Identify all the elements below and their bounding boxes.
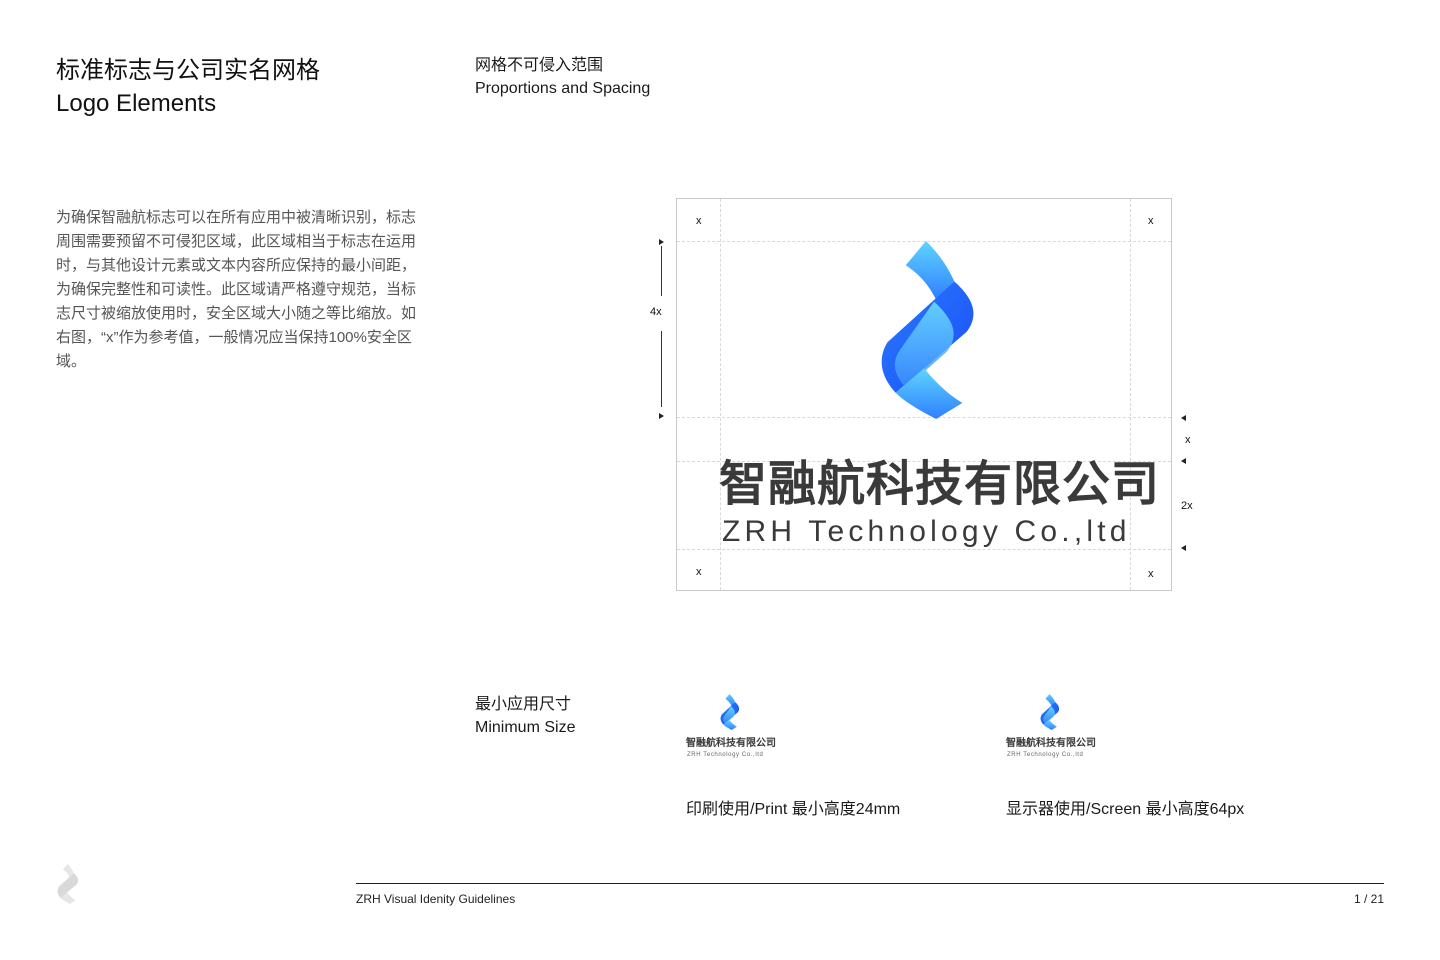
x-unit-label: x bbox=[696, 215, 702, 227]
dimension-4x-label: 4x bbox=[650, 306, 662, 318]
company-name-cn: 智融航科技有限公司 bbox=[686, 738, 776, 749]
section-subtitle-en: Proportions and Spacing bbox=[475, 80, 651, 97]
logo-mark-icon bbox=[881, 241, 974, 419]
x-unit-label: x bbox=[696, 566, 702, 578]
company-name-cn: 智融航科技有限公司 bbox=[719, 458, 1161, 511]
screen-caption: 显示器使用/Screen 最小高度64px bbox=[1006, 801, 1245, 818]
logo-small-print: 智融航科技有限公司 ZRH Technology Co.,ltd bbox=[686, 694, 776, 760]
logo-small-screen: 智融航科技有限公司 ZRH Technology Co.,ltd bbox=[1006, 694, 1096, 760]
minimum-size-title-en: Minimum Size bbox=[475, 719, 576, 736]
dimension-arrow bbox=[1181, 545, 1186, 551]
dimension-arrow bbox=[1181, 415, 1186, 421]
dimension-x-label: x bbox=[1185, 434, 1191, 446]
x-unit-label: x bbox=[1148, 568, 1154, 580]
company-name-en: ZRH Technology Co.,ltd bbox=[687, 752, 764, 758]
dimension-2x-label: 2x bbox=[1181, 500, 1193, 512]
logo-grid-frame: x x x x 智融航科技有限公司 ZRH Technology Co.,ltd bbox=[676, 198, 1172, 591]
dimension-arrow bbox=[1181, 458, 1186, 464]
dimension-arrow bbox=[659, 239, 664, 245]
footer-logo-icon bbox=[57, 864, 79, 904]
page-title-cn: 标准标志与公司实名网格 bbox=[56, 57, 320, 84]
x-unit-label: x bbox=[1148, 215, 1154, 227]
footer-divider bbox=[356, 883, 1384, 884]
grid-line bbox=[720, 199, 721, 590]
dimension-arrow bbox=[659, 413, 664, 419]
company-name-cn: 智融航科技有限公司 bbox=[1006, 738, 1096, 749]
logo-mark-icon bbox=[720, 694, 740, 730]
print-caption: 印刷使用/Print 最小高度24mm bbox=[686, 801, 901, 818]
logo-mark-icon bbox=[1040, 694, 1060, 730]
page-title-en: Logo Elements bbox=[56, 90, 217, 117]
footer-title: ZRH Visual Idenity Guidelines bbox=[356, 892, 516, 906]
page-number: 1 / 21 bbox=[1353, 892, 1384, 906]
description-text: 为确保智融航标志可以在所有应用中被清晰识别，标志周围需要预留不可侵犯区域，此区域… bbox=[56, 209, 417, 370]
section-subtitle-cn: 网格不可侵入范围 bbox=[475, 57, 604, 74]
dimension-line bbox=[661, 246, 662, 296]
minimum-size-title-cn: 最小应用尺寸 bbox=[475, 696, 572, 713]
dimension-line bbox=[661, 331, 662, 407]
company-name-en: ZRH Technology Co.,ltd bbox=[1007, 752, 1084, 758]
company-name-en: ZRH Technology Co.,ltd bbox=[722, 515, 1131, 548]
